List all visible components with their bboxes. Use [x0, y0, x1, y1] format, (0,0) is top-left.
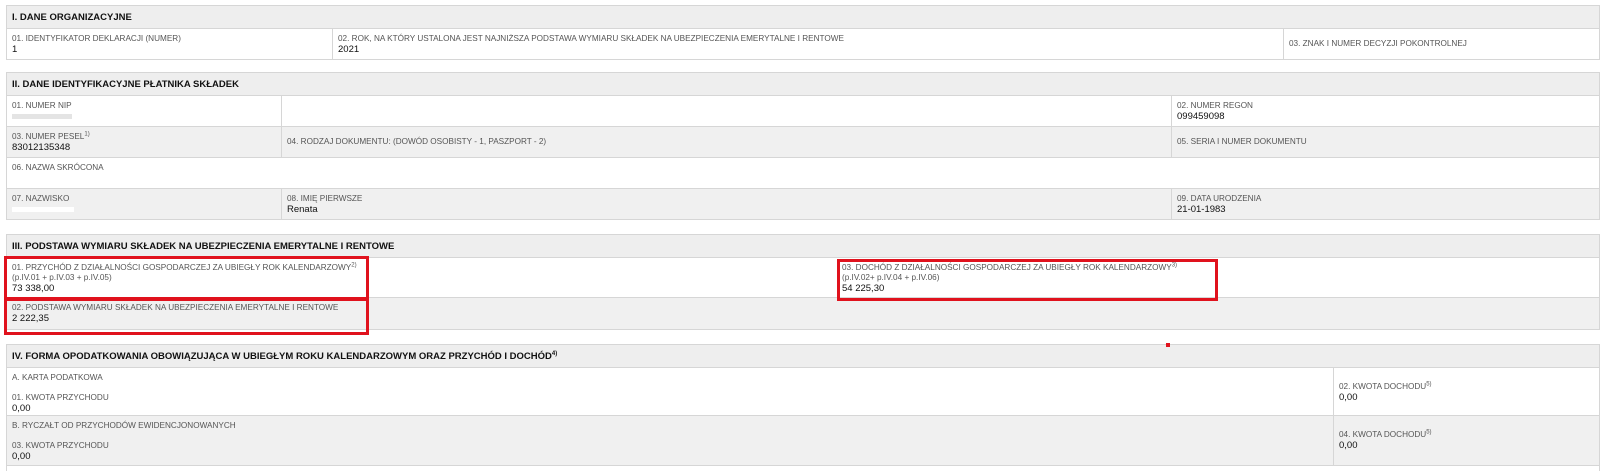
highlight-box-contribution-base: [4, 298, 369, 335]
section-4-footnote: 4): [551, 350, 558, 357]
lump-sum-revenue-value: 0,00: [12, 451, 31, 462]
section-1-title: I. DANE ORGANIZACYJNE: [12, 12, 132, 23]
section-4-title: IV. FORMA OPODATKOWANIA OBOWIĄZUJĄCA W U…: [12, 351, 552, 362]
doc-type-label: 04. RODZAJ DOKUMENTU: (DOWÓD OSOBISTY - …: [287, 137, 547, 146]
regon-field[interactable]: 02. NUMER REGON 099459098: [1171, 96, 1599, 126]
section-4-header: IV. FORMA OPODATKOWANIA OBOWIĄZUJĄCA W U…: [6, 344, 1600, 368]
lump-sum-revenue-label: 03. KWOTA PRZYCHODU: [12, 441, 109, 450]
pesel-row: 03. NUMER PESEL1) 83012135348 04. RODZAJ…: [6, 127, 1600, 158]
tax-card-revenue-value: 0,00: [12, 403, 31, 414]
birth-date-field[interactable]: 09. DATA URODZENIA 21-01-1983: [1171, 189, 1599, 219]
surname-value-masked: [12, 204, 276, 215]
red-marker: [1166, 343, 1170, 347]
birth-date-label: 09. DATA URODZENIA: [1177, 194, 1262, 203]
lump-sum-income-field[interactable]: 04. KWOTA DOCHODU5) 0,00: [1333, 416, 1599, 465]
empty-cell: [281, 96, 1171, 126]
year-label: 02. ROK, NA KTÓRY USTALONA JEST NAJNIŻSZ…: [338, 34, 844, 43]
short-name-label: 06. NAZWA SKRÓCONA: [12, 163, 104, 172]
lump-sum-income-footnote: 5): [1426, 429, 1432, 436]
regon-value: 099459098: [1177, 111, 1225, 122]
nip-field[interactable]: 01. NUMER NIP: [7, 96, 281, 126]
pesel-field[interactable]: 03. NUMER PESEL1) 83012135348: [7, 127, 281, 157]
declaration-id-field[interactable]: 01. IDENTYFIKATOR DEKLARACJI (NUMER) 1: [7, 29, 332, 59]
first-name-value: Renata: [287, 204, 318, 215]
lump-sum-block: B. RYCZAŁT OD PRZYCHODÓW EWIDENCJONOWANY…: [7, 416, 1333, 465]
name-row: 07. NAZWISKO 08. IMIĘ PIERWSZE Renata 09…: [6, 189, 1600, 220]
highlight-box-revenue: [4, 256, 369, 300]
pesel-footnote: 1): [84, 131, 90, 138]
declaration-id-value: 1: [12, 44, 18, 55]
section-3-title: III. PODSTAWA WYMIARU SKŁADEK NA UBEZPIE…: [12, 241, 395, 252]
surname-label: 07. NAZWISKO: [12, 194, 70, 203]
highlight-box-income: [837, 259, 1218, 301]
nip-value-masked: [12, 111, 276, 122]
year-value: 2021: [338, 44, 360, 55]
tax-card-block: A. KARTA PODATKOWA 01. KWOTA PRZYCHODU 0…: [7, 368, 1333, 415]
nip-label: 01. NUMER NIP: [12, 101, 72, 110]
year-field[interactable]: 02. ROK, NA KTÓRY USTALONA JEST NAJNIŻSZ…: [332, 29, 1283, 59]
lump-sum-income-value: 0,00: [1339, 440, 1358, 451]
tax-card-row: A. KARTA PODATKOWA 01. KWOTA PRZYCHODU 0…: [6, 368, 1600, 416]
tax-card-income-field[interactable]: 02. KWOTA DOCHODU5) 0,00: [1333, 368, 1599, 415]
nip-regon-row: 01. NUMER NIP 02. NUMER REGON 099459098: [6, 96, 1600, 127]
birth-date-value: 21-01-1983: [1177, 204, 1226, 215]
short-name-field[interactable]: 06. NAZWA SKRÓCONA: [7, 158, 1599, 188]
section-3-header: III. PODSTAWA WYMIARU SKŁADEK NA UBEZPIE…: [6, 234, 1600, 258]
section-2-title: II. DANE IDENTYFIKACYJNE PŁATNIKA SKŁADE…: [12, 79, 239, 90]
doc-series-field[interactable]: 05. SERIA I NUMER DOKUMENTU: [1171, 127, 1599, 157]
lump-sum-title: B. RYCZAŁT OD PRZYCHODÓW EWIDENCJONOWANY…: [12, 421, 236, 430]
doc-type-field[interactable]: 04. RODZAJ DOKUMENTU: (DOWÓD OSOBISTY - …: [281, 127, 1171, 157]
next-row-partial: [6, 466, 1600, 471]
decision-number-label: 03. ZNAK I NUMER DECYZJI POKONTROLNEJ: [1289, 39, 1467, 48]
doc-series-label: 05. SERIA I NUMER DOKUMENTU: [1177, 137, 1307, 146]
tax-card-income-value: 0,00: [1339, 392, 1358, 403]
short-name-row: 06. NAZWA SKRÓCONA: [6, 158, 1600, 189]
tax-card-title: A. KARTA PODATKOWA: [12, 373, 103, 382]
declaration-id-label: 01. IDENTYFIKATOR DEKLARACJI (NUMER): [12, 34, 181, 43]
section-1-row: 01. IDENTYFIKATOR DEKLARACJI (NUMER) 1 0…: [6, 29, 1600, 60]
section-2-header: II. DANE IDENTYFIKACYJNE PŁATNIKA SKŁADE…: [6, 72, 1600, 96]
tax-card-income-label: 02. KWOTA DOCHODU: [1339, 382, 1427, 391]
decision-number-field[interactable]: 03. ZNAK I NUMER DECYZJI POKONTROLNEJ: [1283, 29, 1599, 59]
first-name-label: 08. IMIĘ PIERWSZE: [287, 194, 363, 203]
lump-sum-row: B. RYCZAŁT OD PRZYCHODÓW EWIDENCJONOWANY…: [6, 416, 1600, 466]
section-1-header: I. DANE ORGANIZACYJNE: [6, 5, 1600, 29]
tax-card-income-footnote: 5): [1426, 381, 1432, 388]
pesel-value: 83012135348: [12, 142, 71, 153]
regon-label: 02. NUMER REGON: [1177, 101, 1253, 110]
pesel-label: 03. NUMER PESEL: [12, 132, 85, 141]
surname-field[interactable]: 07. NAZWISKO: [7, 189, 281, 219]
lump-sum-income-label: 04. KWOTA DOCHODU: [1339, 430, 1427, 439]
tax-card-revenue-label: 01. KWOTA PRZYCHODU: [12, 393, 109, 402]
first-name-field[interactable]: 08. IMIĘ PIERWSZE Renata: [281, 189, 1171, 219]
